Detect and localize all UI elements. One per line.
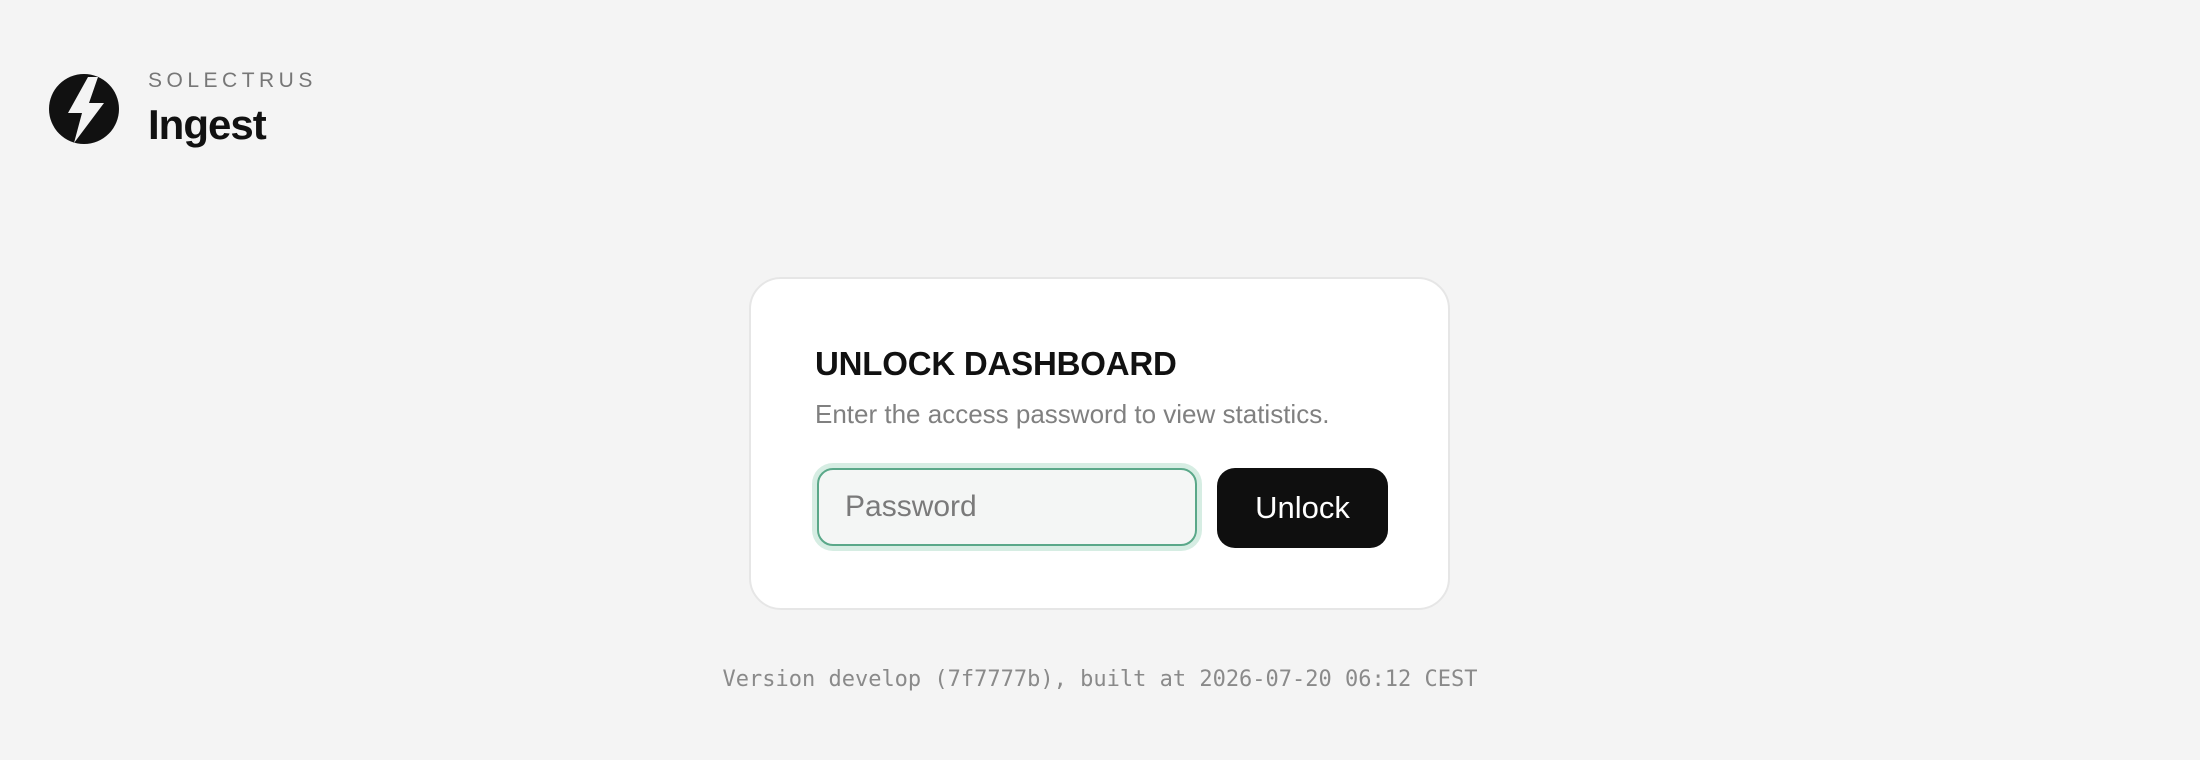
- brand-kicker: SOLECTRUS: [148, 69, 317, 92]
- card-title: UNLOCK DASHBOARD: [815, 345, 1177, 382]
- unlock-card: UNLOCK DASHBOARD Enter the access passwo…: [749, 277, 1450, 610]
- brand: SOLECTRUS Ingest: [48, 68, 317, 150]
- lightning-bolt-icon: [49, 74, 119, 144]
- password-input[interactable]: [817, 468, 1197, 546]
- unlock-button[interactable]: Unlock: [1217, 468, 1388, 548]
- brand-text: SOLECTRUS Ingest: [148, 68, 317, 150]
- card-subtitle: Enter the access password to view statis…: [815, 399, 1330, 429]
- version-info: Version develop (7f7777b), built at 2026…: [722, 667, 1478, 692]
- app-title: Ingest: [148, 101, 267, 148]
